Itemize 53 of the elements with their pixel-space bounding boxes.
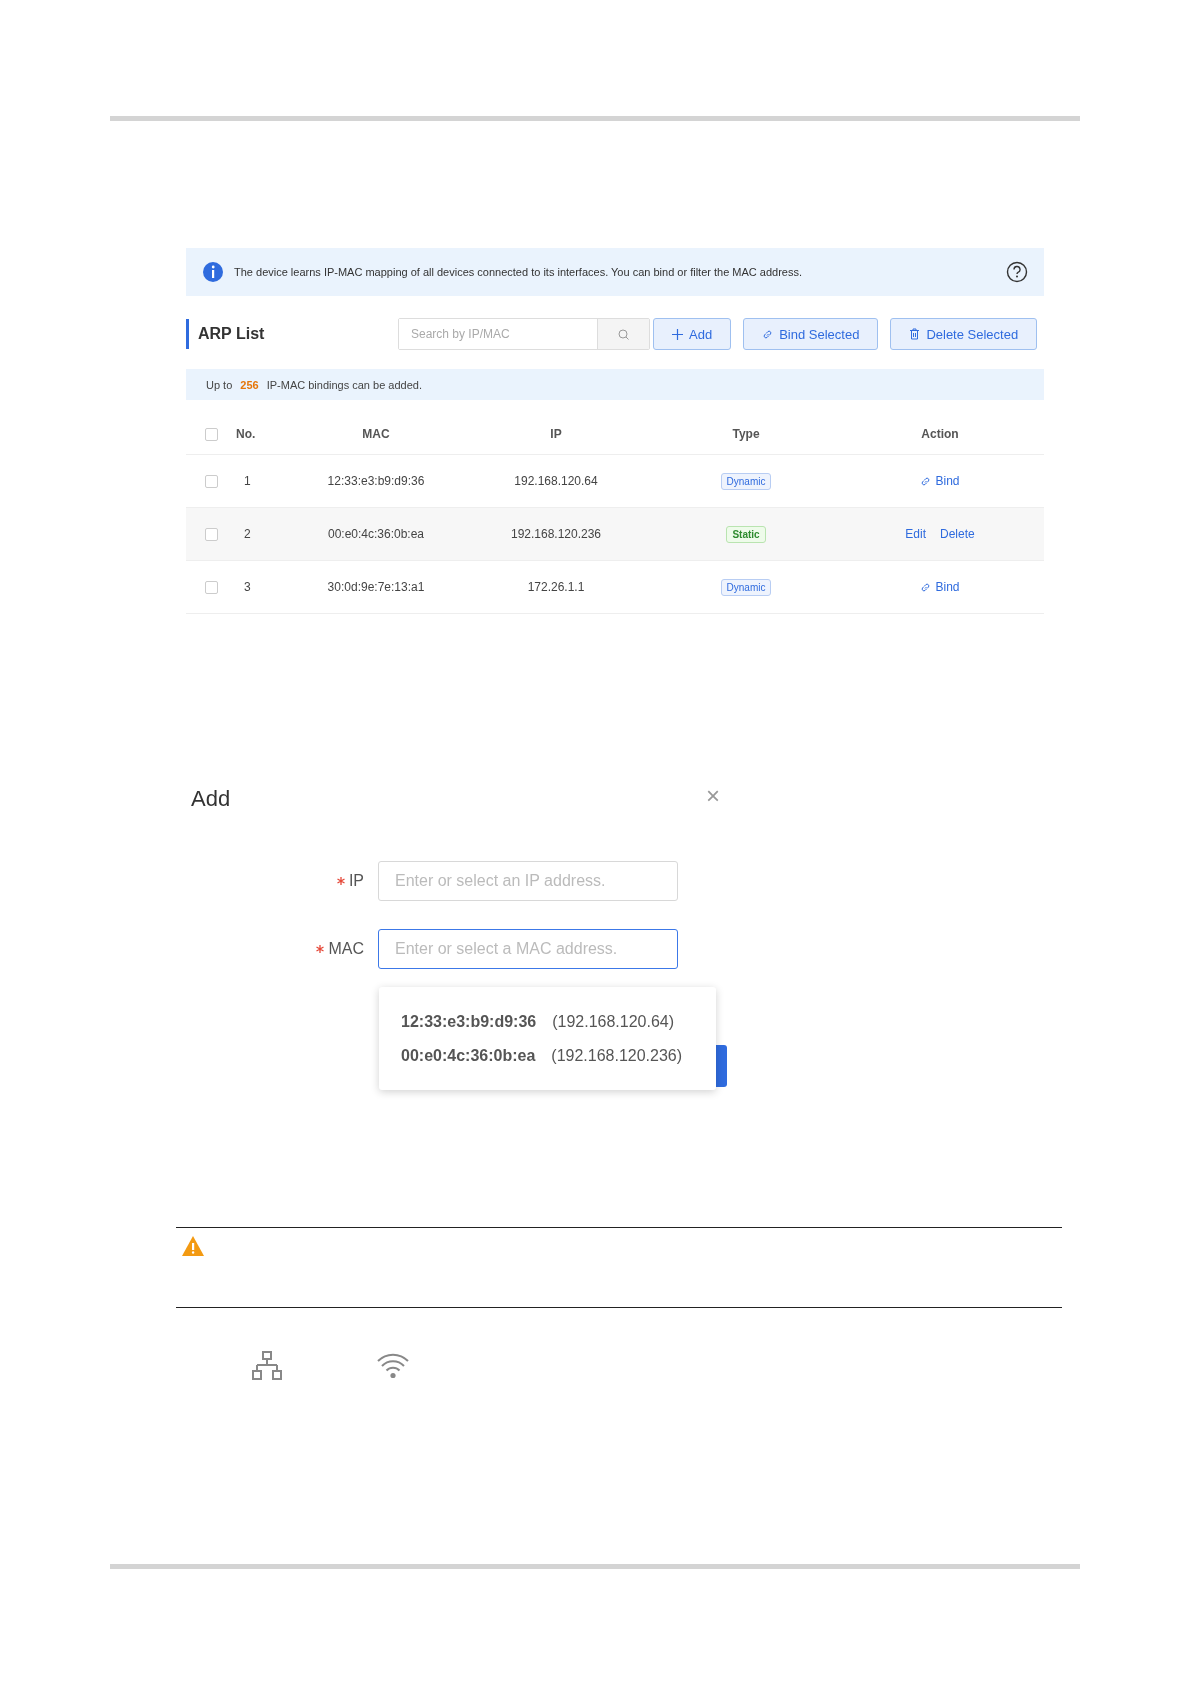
table-cell: 192.168.120.64 (514, 474, 598, 488)
link-icon (920, 475, 932, 487)
dropdown-option[interactable]: 00:e0:4c:36:0b:ea (192.168.120.236) (401, 1045, 683, 1066)
bind-link[interactable]: Bind (920, 580, 960, 594)
add-button[interactable]: Add (653, 318, 732, 350)
type-tag: Static (726, 525, 766, 543)
bind-link[interactable]: Bind (920, 474, 960, 488)
bind-button[interactable]: Bind Selected (743, 318, 879, 350)
table-cell-text: 2 (243, 527, 251, 541)
close-button[interactable]: × (706, 784, 720, 808)
limit-text: IP-MAC bindings can be added. (266, 378, 422, 391)
table-cell: 172.26.1.1 (527, 580, 585, 594)
row-checkbox[interactable] (204, 580, 218, 594)
column-header: Action (921, 427, 959, 441)
link-icon (920, 581, 932, 593)
row-checkbox[interactable] (204, 474, 218, 488)
input-field[interactable]: Enter or select a MAC address. (378, 929, 678, 969)
table-cell: 00:e0:4c:36:0b:ea (327, 527, 425, 541)
search-button[interactable] (597, 319, 649, 349)
field-label: MAC (328, 940, 364, 958)
info-text: The device learns IP-MAC mapping of all devices connected to its interfaces. You can bind or filter the MAC address. (234, 266, 803, 278)
type-tag: Dynamic (720, 578, 772, 596)
plus-icon (672, 328, 683, 340)
table-cell: 192.168.120.236 (510, 527, 602, 541)
table-cell-text: 1 (243, 474, 251, 488)
limit-text: Up to (206, 378, 233, 391)
limit-count: 256 (240, 378, 259, 391)
warning-icon (181, 1235, 205, 1257)
action-link[interactable]: Edit (905, 527, 926, 541)
table-cell: 12:33:e3:b9:d9:36 (327, 474, 425, 488)
required-icon (336, 877, 345, 885)
column-header: IP (550, 427, 562, 441)
info-icon (202, 261, 224, 283)
trash-icon (909, 328, 921, 340)
select-all-checkbox[interactable] (204, 427, 218, 441)
dialog-title: Add (191, 786, 231, 812)
help-icon (1006, 261, 1028, 283)
dropdown-option[interactable]: 12:33:e3:b9:d9:36 (192.168.120.64) (401, 1011, 675, 1032)
table-cell: 30:0d:9e:7e:13:a1 (327, 580, 425, 594)
search-field[interactable]: Search by IP/MAC (398, 318, 650, 350)
column-header: MAC (362, 427, 390, 441)
field-label: IP (348, 872, 364, 890)
search-icon (618, 328, 629, 340)
type-tag: Dynamic (720, 472, 772, 490)
required-icon (316, 945, 325, 953)
row-checkbox[interactable] (204, 527, 218, 541)
column-header: No. (236, 427, 256, 441)
column-header: Type (732, 427, 760, 441)
delete-button[interactable]: Delete Selected (890, 318, 1038, 350)
action-link[interactable]: Delete (940, 527, 975, 541)
link-icon (762, 328, 774, 340)
network-icon (251, 1350, 283, 1382)
table-cell-text: 3 (243, 580, 251, 594)
